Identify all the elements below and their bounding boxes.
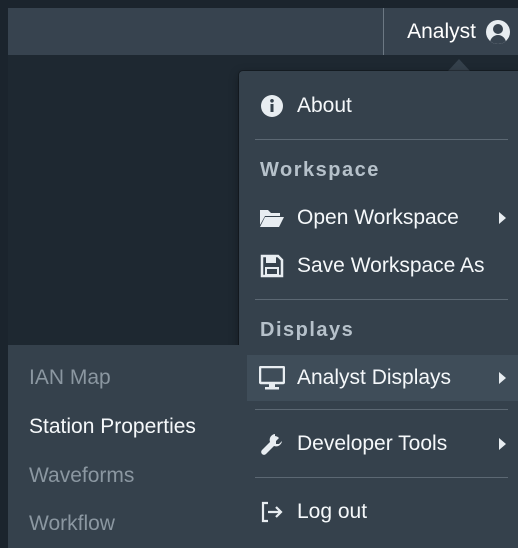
menu-item-label: Save Workspace As [297, 254, 485, 277]
submenu-item-ian-map[interactable]: IAN Map [8, 354, 239, 402]
menu-caret [448, 59, 470, 71]
menu-item-save-workspace-as[interactable]: Save Workspace As [247, 243, 518, 289]
info-icon [259, 93, 285, 119]
log-out-icon [259, 499, 285, 525]
menu-item-label: Log out [297, 500, 368, 523]
save-icon [259, 253, 285, 279]
menu-header-workspace: Workspace [260, 159, 380, 181]
menu-item-log-out[interactable]: Log out [247, 489, 518, 535]
menu-divider [255, 299, 508, 300]
submenu-item-station-properties[interactable]: Station Properties [8, 403, 239, 451]
menu-header-displays: Displays [260, 319, 355, 341]
menu-item-developer-tools[interactable]: Developer Tools [247, 421, 518, 467]
menu-divider [255, 477, 508, 478]
wrench-icon [259, 431, 285, 457]
menu-item-label: Open Workspace [297, 206, 459, 229]
menu-divider [255, 139, 508, 140]
analyst-displays-submenu: IAN Map Station Properties Waveforms Wor… [8, 345, 239, 548]
submenu-item-waveforms[interactable]: Waveforms [8, 452, 239, 500]
menu-item-about[interactable]: About [247, 83, 518, 129]
user-dropdown-menu: About Workspace Open Workspace Save Work… [239, 71, 518, 548]
menu-item-open-workspace[interactable]: Open Workspace [247, 195, 518, 241]
menu-item-label: Analyst Displays [297, 366, 452, 389]
user-circle-icon [486, 19, 510, 44]
chevron-right-icon [499, 438, 506, 450]
chevron-right-icon [499, 212, 506, 224]
desktop-icon [259, 365, 285, 391]
folder-open-icon [259, 205, 285, 231]
user-menu-button[interactable]: Analyst [383, 8, 518, 55]
menu-item-label: Developer Tools [297, 432, 448, 455]
menu-divider [255, 409, 508, 410]
user-name-label: Analyst [407, 19, 476, 43]
menu-item-label: About [297, 94, 352, 117]
chevron-right-icon [499, 372, 506, 384]
top-navbar: Analyst [8, 8, 518, 55]
submenu-item-workflow[interactable]: Workflow [8, 500, 239, 548]
menu-item-analyst-displays[interactable]: Analyst Displays [247, 355, 518, 401]
